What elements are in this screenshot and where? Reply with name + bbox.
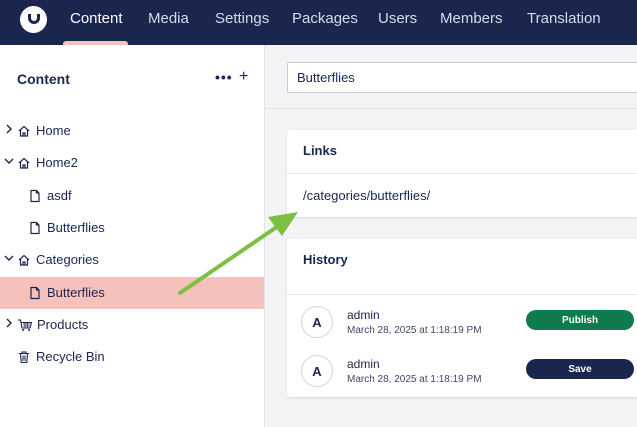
avatar: A	[301, 306, 333, 338]
nav-settings[interactable]: Settings	[215, 0, 269, 45]
home-icon	[17, 253, 31, 267]
nav-members[interactable]: Members	[440, 0, 503, 45]
tree-item-label: Butterflies	[47, 285, 105, 300]
chevron-down-icon[interactable]	[4, 156, 14, 168]
avatar: A	[301, 355, 333, 387]
links-title: Links	[303, 143, 337, 158]
card-divider	[287, 294, 637, 295]
home-icon	[17, 124, 31, 138]
history-user: admin	[347, 357, 380, 371]
links-card: Links /categories/butterflies/	[287, 130, 637, 217]
document-icon	[28, 221, 42, 235]
more-options-button[interactable]: •••	[215, 69, 233, 85]
umbraco-logo-icon[interactable]	[20, 6, 47, 33]
tree-item-label: Home	[36, 123, 71, 138]
save-status-badge: Save	[526, 359, 634, 379]
nav-content[interactable]: Content	[70, 0, 123, 45]
history-card: History A admin March 28, 2025 at 1:18:1…	[287, 239, 637, 397]
tree-item-categories[interactable]: Categories	[0, 244, 264, 276]
trash-icon	[17, 350, 31, 364]
nav-packages[interactable]: Packages	[292, 0, 358, 45]
document-icon	[28, 189, 42, 203]
tree-item-asdf[interactable]: asdf	[0, 180, 264, 212]
tree-item-label: Butterflies	[47, 220, 105, 235]
header-divider	[265, 108, 637, 109]
history-title: History	[303, 252, 348, 267]
nav-translation[interactable]: Translation	[527, 0, 601, 45]
cart-icon	[17, 318, 33, 332]
tree-item-butterflies[interactable]: Butterflies	[0, 212, 264, 244]
history-date: March 28, 2025 at 1:18:19 PM	[347, 325, 482, 336]
publish-status-badge: Publish	[526, 310, 634, 330]
tree-item-label: Categories	[36, 252, 99, 267]
home-icon	[17, 156, 31, 170]
card-divider	[287, 173, 637, 174]
tree-item-label: Home2	[36, 155, 78, 170]
nav-users[interactable]: Users	[378, 0, 417, 45]
top-navigation: Content Media Settings Packages Users Me…	[0, 0, 637, 45]
tree-item-recycle-bin[interactable]: Recycle Bin	[0, 341, 264, 373]
sidebar-title: Content	[17, 71, 70, 87]
tree-item-label: asdf	[47, 188, 72, 203]
document-icon	[28, 286, 42, 300]
nav-media[interactable]: Media	[148, 0, 189, 45]
tree-item-home2[interactable]: Home2	[0, 147, 264, 179]
chevron-right-icon[interactable]	[5, 318, 15, 330]
chevron-right-icon[interactable]	[5, 124, 15, 136]
add-content-button[interactable]: +	[239, 69, 248, 85]
content-name-field[interactable]	[287, 62, 637, 93]
tree-item-products[interactable]: Products	[0, 309, 264, 341]
content-sidebar: Content ••• + Home Home2 asdf Butterflie…	[0, 45, 265, 427]
tree-item-label: Recycle Bin	[36, 349, 105, 364]
chevron-down-icon[interactable]	[4, 253, 14, 265]
tree-item-label: Products	[37, 317, 89, 332]
content-name-input[interactable]	[288, 63, 637, 92]
tree-item-home[interactable]: Home	[0, 115, 264, 147]
history-user: admin	[347, 308, 380, 322]
history-date: March 28, 2025 at 1:18:19 PM	[347, 374, 482, 385]
tree-item-butterflies-selected[interactable]: Butterflies	[0, 277, 264, 309]
content-url-link[interactable]: /categories/butterflies/	[303, 188, 430, 203]
